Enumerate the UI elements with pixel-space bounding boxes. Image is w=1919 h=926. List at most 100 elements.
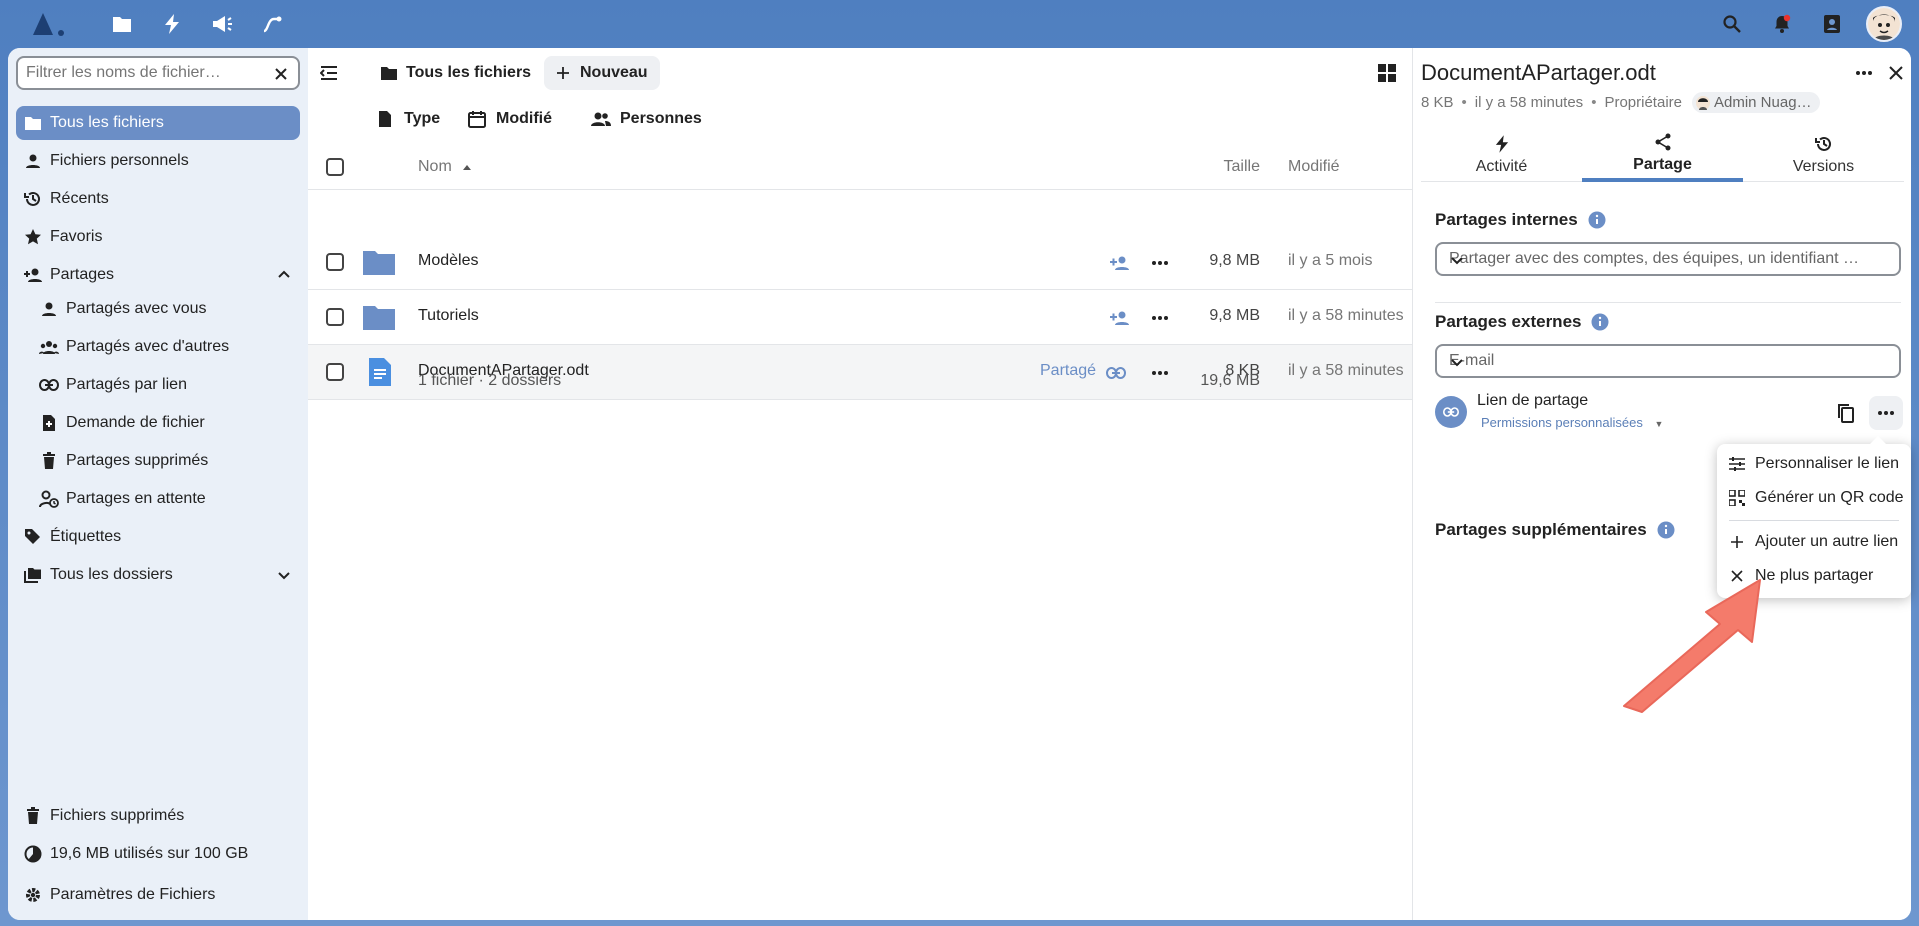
modified-filter-button[interactable]: Modifié bbox=[466, 102, 552, 136]
chevron-down-icon bbox=[1449, 354, 1465, 370]
nav-files-settings[interactable]: Paramètres de Fichiers bbox=[16, 878, 300, 912]
file-name[interactable]: Tutoriels bbox=[418, 307, 479, 325]
folder-icon bbox=[362, 248, 396, 276]
nav-label: Récents bbox=[50, 190, 109, 207]
more-actions-icon[interactable] bbox=[1148, 306, 1172, 330]
column-modified[interactable]: Modifié bbox=[1288, 158, 1340, 176]
owner-chip[interactable]: Admin Nuag… bbox=[1692, 92, 1820, 113]
details-title: DocumentAPartager.odt bbox=[1421, 60, 1656, 85]
star-icon bbox=[16, 220, 50, 254]
caret-down-icon: ▼ bbox=[1654, 419, 1664, 429]
nav-file-request[interactable]: Demande de fichier bbox=[32, 406, 300, 440]
storage-quota: 19,6 MB utilisés sur 100 GB bbox=[16, 837, 300, 871]
tab-sharing[interactable]: Partage bbox=[1582, 128, 1743, 182]
files-icon[interactable] bbox=[108, 10, 136, 38]
people-filter-button[interactable]: Personnes bbox=[590, 102, 702, 136]
nav-deleted-files[interactable]: Fichiers supprimés bbox=[16, 799, 300, 833]
files-summary: 1 fichier · 2 dossiers bbox=[418, 372, 562, 389]
select-placeholder: E-mail bbox=[1449, 352, 1495, 369]
new-button[interactable]: Nouveau bbox=[544, 56, 660, 90]
breadcrumb: Tous les fichiers Nouveau bbox=[308, 48, 1412, 98]
user-avatar[interactable] bbox=[1866, 6, 1902, 42]
link-permissions-dropdown[interactable]: Permissions personnalisées ▼ bbox=[1481, 415, 1663, 430]
nav-label: Étiquettes bbox=[50, 528, 122, 545]
nav-recent[interactable]: Récents bbox=[16, 182, 300, 216]
pending-user-icon bbox=[32, 482, 66, 516]
nav-shared-with-you[interactable]: Partagés avec vous bbox=[32, 292, 300, 326]
type-filter-button[interactable]: Type bbox=[374, 102, 440, 136]
share-icon bbox=[1653, 132, 1673, 152]
select-all-checkbox[interactable] bbox=[326, 158, 344, 176]
link-more-actions-icon[interactable] bbox=[1869, 396, 1903, 430]
column-size[interactable]: Taille bbox=[1224, 158, 1260, 176]
breadcrumb-all-files[interactable]: Tous les fichiers bbox=[368, 56, 543, 90]
close-icon[interactable] bbox=[1879, 56, 1911, 90]
nav-shared-with-others[interactable]: Partagés avec d'autres bbox=[32, 330, 300, 364]
link-icon[interactable] bbox=[1104, 361, 1128, 385]
folder-icon bbox=[380, 65, 398, 81]
file-name[interactable]: Modèles bbox=[418, 252, 478, 270]
new-label: Nouveau bbox=[580, 64, 648, 81]
file-modified: il y a 5 mois bbox=[1288, 252, 1373, 269]
announcements-icon[interactable] bbox=[208, 10, 236, 38]
filter-input[interactable] bbox=[26, 63, 266, 83]
chevron-up-icon[interactable] bbox=[276, 267, 292, 283]
info-icon[interactable] bbox=[1591, 313, 1609, 331]
menu-add-another-link[interactable]: Ajouter un autre lien bbox=[1717, 526, 1911, 558]
nav-label: Partagés avec d'autres bbox=[66, 338, 230, 355]
menu-customize-link[interactable]: Personnaliser le lien bbox=[1717, 448, 1911, 480]
column-name[interactable]: Nom bbox=[418, 158, 472, 176]
contacts-icon[interactable] bbox=[1818, 10, 1846, 38]
more-actions-icon[interactable] bbox=[1148, 361, 1172, 385]
more-actions-icon[interactable] bbox=[1148, 251, 1172, 275]
nav-shared-by-link[interactable]: Partagés par lien bbox=[32, 368, 300, 402]
row-checkbox[interactable] bbox=[326, 253, 344, 271]
nav-personal-files[interactable]: Fichiers personnels bbox=[16, 144, 300, 178]
share-user-icon[interactable] bbox=[1108, 306, 1132, 330]
activity-icon[interactable] bbox=[158, 10, 186, 38]
chevron-down-icon[interactable] bbox=[276, 567, 292, 583]
nav-all-files[interactable]: Tous les fichiers bbox=[16, 106, 300, 140]
nav-tags[interactable]: Étiquettes bbox=[16, 520, 300, 554]
tab-activity[interactable]: Activité bbox=[1421, 128, 1582, 182]
info-icon[interactable] bbox=[1588, 211, 1606, 229]
tab-versions[interactable]: Versions bbox=[1743, 128, 1904, 182]
nav-pending-shares[interactable]: Partages en attente bbox=[32, 482, 300, 516]
flow-icon[interactable] bbox=[258, 10, 286, 38]
external-shares-title: Partages externes bbox=[1435, 312, 1609, 332]
internal-share-select[interactable]: Partager avec des comptes, des équipes, … bbox=[1435, 242, 1901, 276]
shared-label[interactable]: Partagé bbox=[1040, 362, 1096, 380]
folders-icon bbox=[16, 558, 50, 592]
menu-generate-qr[interactable]: Générer un QR code bbox=[1717, 482, 1911, 514]
menu-item-label: Personnaliser le lien bbox=[1755, 455, 1900, 472]
user-icon bbox=[16, 144, 50, 178]
link-icon bbox=[32, 368, 66, 402]
toggle-sidebar-icon[interactable] bbox=[312, 56, 346, 90]
external-share-select[interactable]: E-mail bbox=[1435, 344, 1901, 378]
row-checkbox[interactable] bbox=[326, 363, 344, 381]
history-icon bbox=[1814, 134, 1834, 154]
folder-icon bbox=[16, 106, 50, 140]
info-icon[interactable] bbox=[1657, 521, 1675, 539]
logo-icon[interactable] bbox=[22, 10, 70, 38]
copy-icon[interactable] bbox=[1829, 396, 1863, 430]
table-row[interactable]: Modèles 9,8 MB il y a 5 mois bbox=[308, 235, 1412, 290]
select-placeholder: Partager avec des comptes, des équipes, … bbox=[1449, 250, 1859, 267]
section-label: Partages internes bbox=[1435, 210, 1578, 229]
nav-all-folders[interactable]: Tous les dossiers bbox=[16, 558, 300, 592]
nav-shares[interactable]: Partages bbox=[16, 258, 300, 292]
details-owner-label: Propriétaire bbox=[1604, 94, 1682, 111]
share-user-icon[interactable] bbox=[1108, 251, 1132, 275]
nav-favorites[interactable]: Favoris bbox=[16, 220, 300, 254]
row-checkbox[interactable] bbox=[326, 308, 344, 326]
nav-deleted-shares[interactable]: Partages supprimés bbox=[32, 444, 300, 478]
more-actions-icon[interactable] bbox=[1847, 56, 1881, 90]
table-row[interactable]: Tutoriels 9,8 MB il y a 58 minutes bbox=[308, 290, 1412, 345]
clear-filter-icon[interactable] bbox=[272, 65, 290, 83]
grid-view-icon[interactable] bbox=[1370, 56, 1404, 90]
link-share-title: Lien de partage bbox=[1477, 392, 1589, 409]
history-icon bbox=[16, 182, 50, 216]
notifications-icon[interactable] bbox=[1768, 10, 1796, 38]
trash-icon bbox=[32, 444, 66, 478]
search-icon[interactable] bbox=[1718, 10, 1746, 38]
